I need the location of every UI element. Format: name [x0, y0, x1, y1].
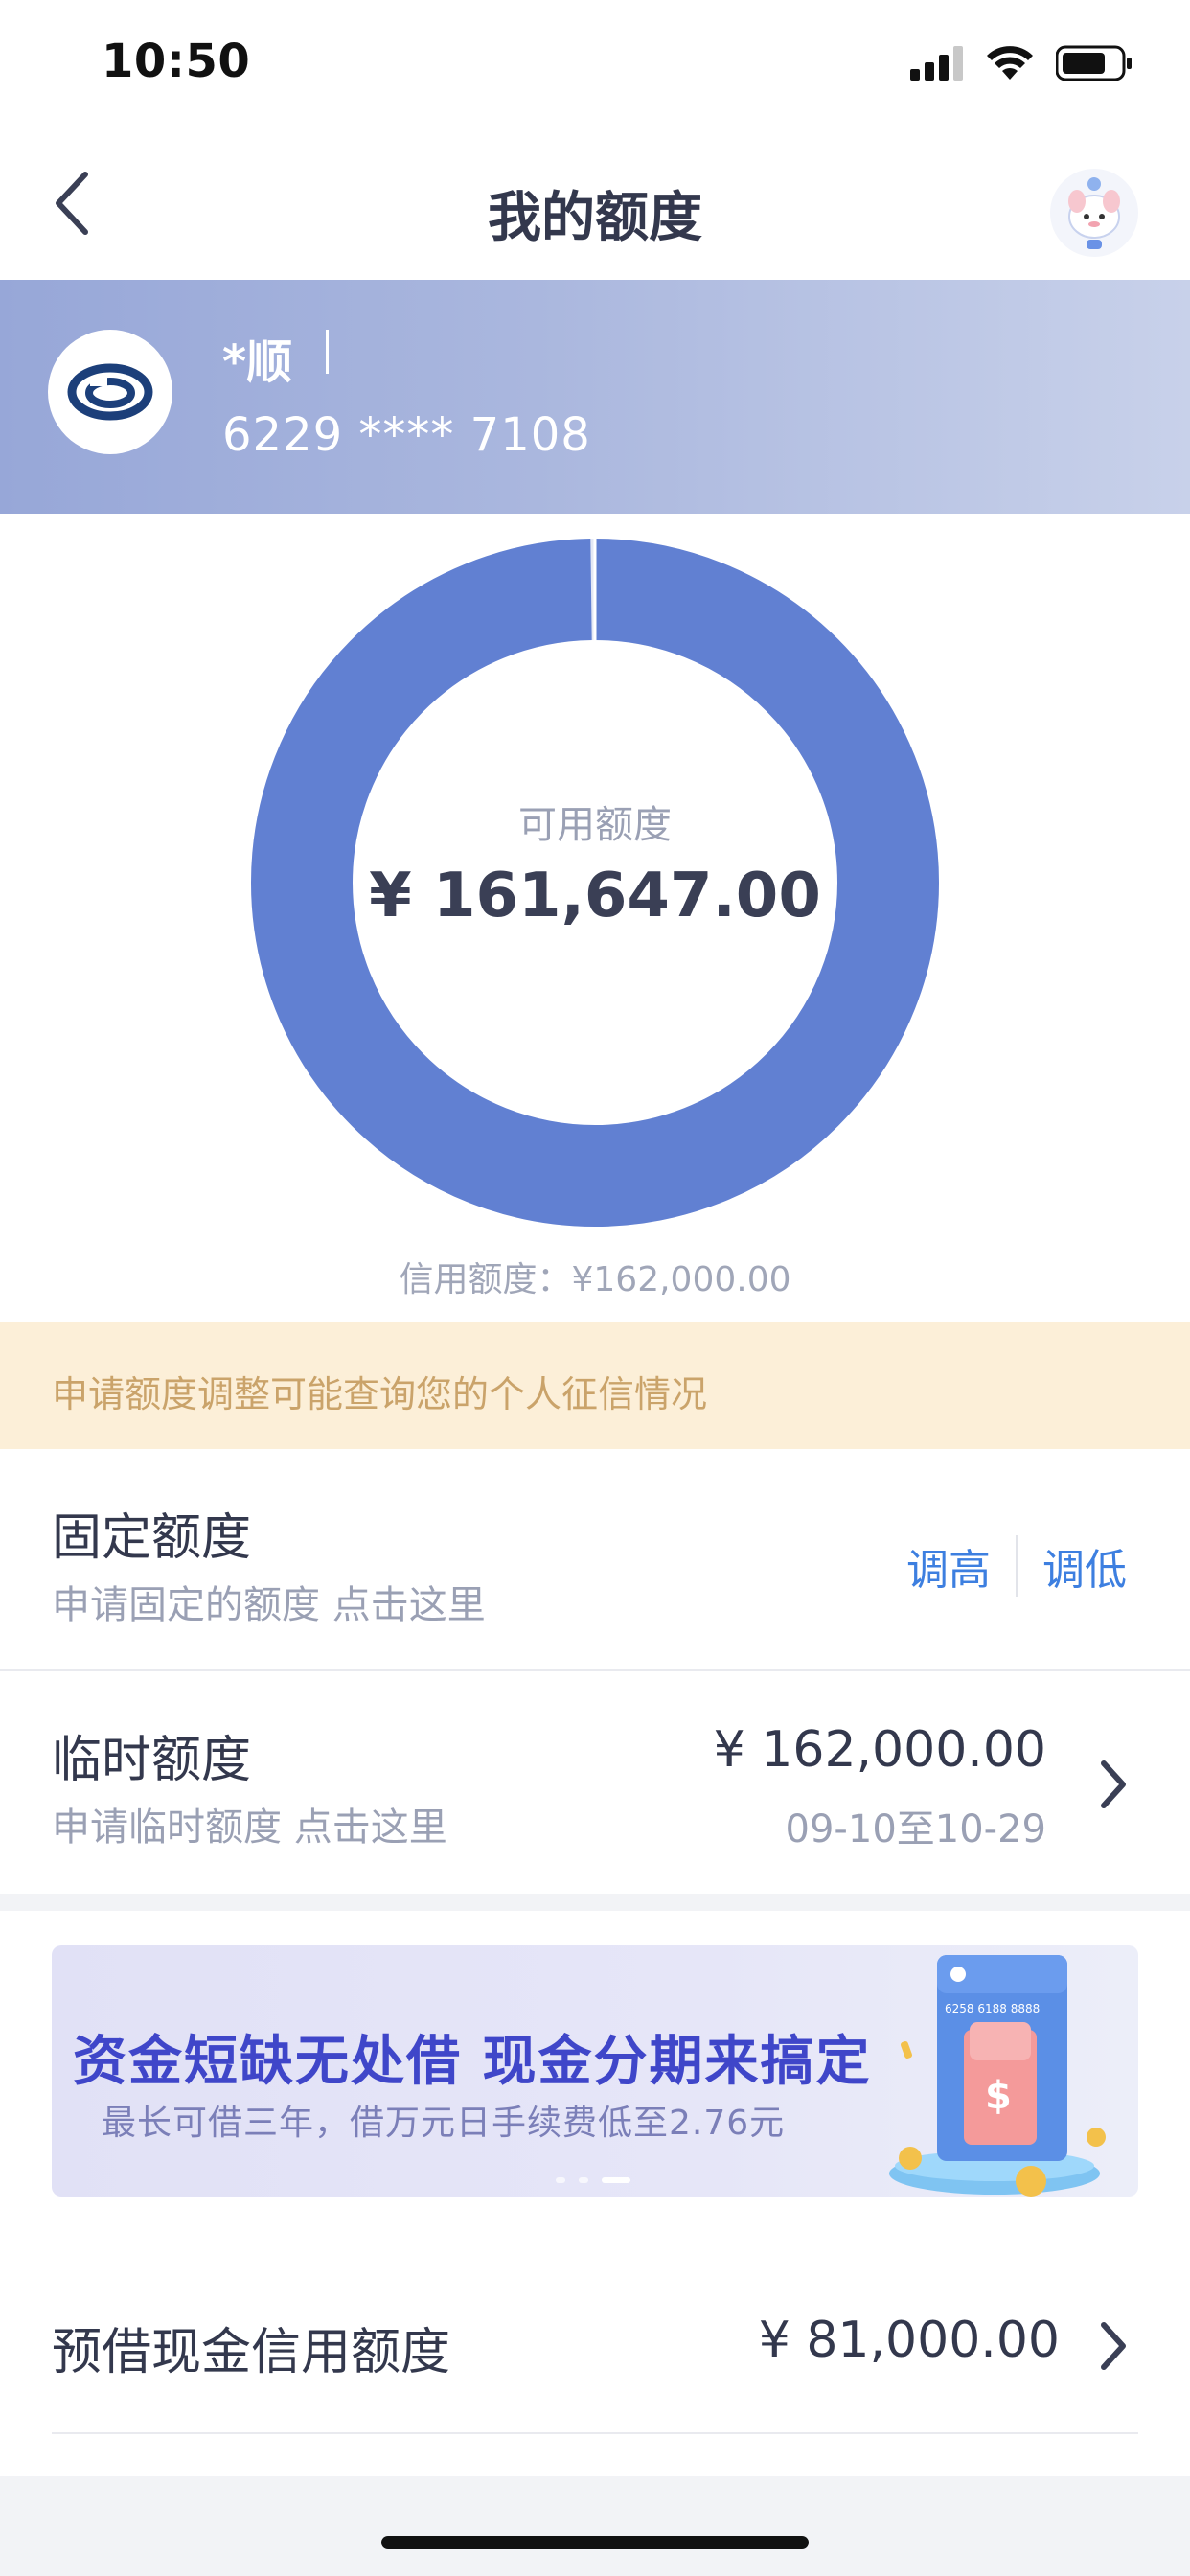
status-bar: 10:50	[0, 0, 1190, 126]
bank-logo-icon	[48, 330, 172, 454]
banner-dot-active[interactable]	[602, 2177, 630, 2183]
wifi-icon	[987, 46, 1033, 80]
temporary-limit-row[interactable]: 临时额度 申请临时额度 点击这里 ¥ 162,000.00 09-10至10-2…	[0, 1671, 1190, 1894]
available-limit-amount: ¥ 161,647.00	[369, 861, 821, 932]
fixed-limit-actions: 调高 调低	[906, 1535, 1127, 1597]
chevron-right-icon	[1101, 1760, 1126, 1808]
svg-text:$: $	[985, 2074, 1012, 2118]
chevron-right-icon	[1101, 2322, 1126, 2370]
status-time: 10:50	[102, 34, 251, 88]
decrease-limit-button[interactable]: 调低	[1042, 1535, 1127, 1597]
fixed-limit-row[interactable]: 固定额度 申请固定的额度 点击这里 调高 调低	[0, 1449, 1190, 1669]
credit-check-notice: 申请额度调整可能查询您的个人征信情况	[0, 1322, 1190, 1449]
battery-icon	[1056, 45, 1132, 81]
temporary-limit-date-range: 09-10至10-29	[785, 1807, 1046, 1852]
cash-advance-title: 预借现金信用额度	[52, 2324, 451, 2381]
cash-advance-limit-row[interactable]: 预借现金信用额度 ¥ 81,000.00	[0, 2241, 1190, 2432]
status-icons	[910, 44, 1133, 82]
banner-card-number: 6258 6188 8888	[945, 2002, 1040, 2015]
temporary-limit-title: 临时额度	[52, 1732, 252, 1789]
notice-text: 申请额度调整可能查询您的个人征信情况	[52, 1373, 708, 1415]
banner-card-illustration-icon: 6258 6188 8888 $	[889, 1955, 1106, 2196]
nav-bar: 我的额度	[0, 126, 1190, 280]
row-divider	[52, 2432, 1138, 2434]
page-title: 我的额度	[488, 187, 702, 249]
banner-headline: 资金短缺无处借 现金分期来搞定	[73, 2031, 872, 2093]
credit-limit-text: 信用额度：¥162,000.00	[399, 1260, 791, 1300]
card-holder-name: *顺	[222, 335, 293, 389]
temporary-limit-subtitle: 申请临时额度 点击这里	[52, 1806, 447, 1850]
mascot-assistant-icon[interactable]	[1048, 167, 1140, 259]
banner-dot[interactable]	[579, 2177, 588, 2183]
available-limit-donut: 可用额度 ¥ 161,647.00 信用额度：¥162,000.00	[0, 514, 1190, 1319]
home-indicator[interactable]	[381, 2536, 809, 2549]
bottom-area	[0, 2476, 1190, 2576]
screen: 10:50 我的额度 *顺 6229 **** 7108 可用额度 ¥ 161,…	[0, 0, 1190, 2576]
temporary-limit-amount: ¥ 162,000.00	[713, 1721, 1046, 1779]
banner-pagination	[556, 2177, 630, 2183]
signal-icon	[910, 46, 963, 80]
available-limit-label: 可用额度	[518, 803, 672, 847]
section-gap	[0, 1894, 1190, 1911]
banner-subtitle: 最长可借三年，借万元日手续费低至2.76元	[102, 2104, 786, 2143]
fixed-limit-subtitle: 申请固定的额度 点击这里	[52, 1583, 486, 1627]
cash-installment-banner[interactable]: 资金短缺无处借 现金分期来搞定 最长可借三年，借万元日手续费低至2.76元 62…	[52, 1945, 1138, 2196]
cash-advance-amount: ¥ 81,000.00	[758, 2312, 1060, 2369]
increase-limit-button[interactable]: 调高	[906, 1535, 991, 1597]
name-divider	[326, 330, 329, 374]
card-header: *顺 6229 **** 7108	[0, 280, 1190, 514]
banner-dot[interactable]	[556, 2177, 565, 2183]
card-number: 6229 **** 7108	[222, 408, 591, 462]
actions-divider	[1016, 1535, 1018, 1597]
fixed-limit-title: 固定额度	[52, 1509, 252, 1567]
